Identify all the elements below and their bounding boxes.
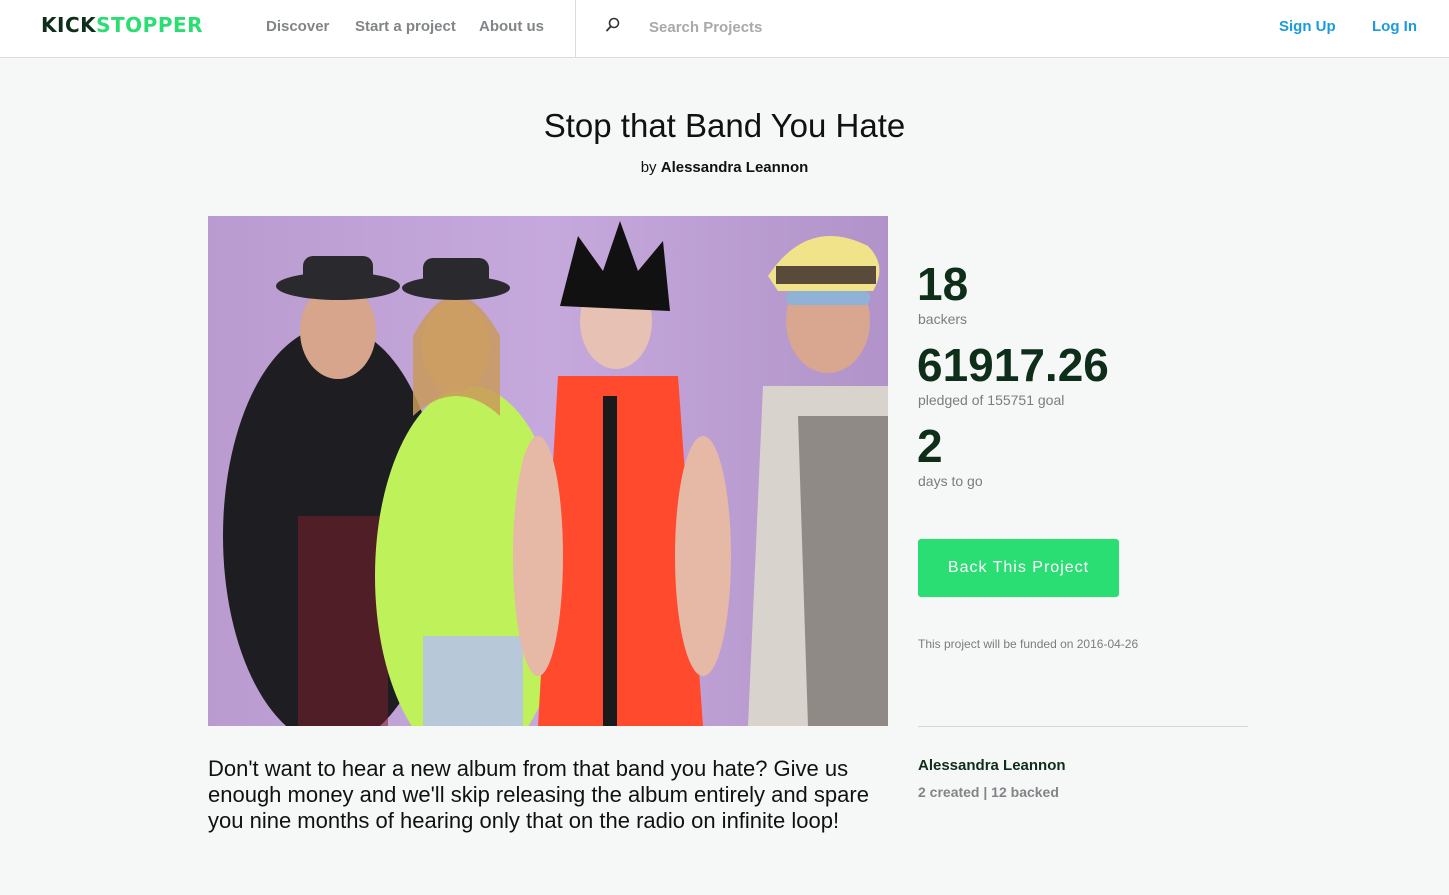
days-count: 2 [917,420,943,472]
byline-creator-name[interactable]: Alessandra Leannon [661,159,809,176]
project-title: Stop that Band You Hate [543,107,906,144]
nav-divider [575,0,576,58]
logo-text-stopper: STOPPER [96,13,204,37]
log-in-link[interactable]: Log In [1372,18,1417,36]
backers-label: backers [918,311,968,327]
nav-about-link[interactable]: About us [479,18,544,36]
funding-date-note: This project will be funded on 2016-04-2… [918,637,1139,651]
search-icon[interactable] [604,16,622,34]
byline-prefix: by [640,159,657,176]
nav-discover-link[interactable]: Discover [266,18,329,36]
back-this-project-button[interactable]: Back This Project [918,539,1119,597]
pledged-label: pledged of 155751 goal [918,392,1065,408]
backers-count: 18 [917,258,969,310]
sign-up-link[interactable]: Sign Up [1279,18,1336,36]
creator-card-name[interactable]: Alessandra Leannon [918,757,1066,775]
creator-card-stats: 2 created | 12 backed [918,784,1059,800]
project-description: Don't want to hear a new album from that… [208,756,869,833]
project-byline: by Alessandra Leannon [0,159,1449,177]
sidebar-divider [918,726,1248,727]
kickstopper-logo[interactable]: KICKSTOPPER [41,13,203,37]
top-navigation-bar: KICKSTOPPER Discover Start a project Abo… [0,0,1449,58]
pledged-amount: 61917.26 [917,339,1109,391]
nav-start-project-link[interactable]: Start a project [355,18,456,36]
logo-text-kick: KICK [41,13,97,37]
search-input[interactable] [640,14,1000,40]
project-hero-image [208,216,888,726]
days-label: days to go [918,473,983,489]
